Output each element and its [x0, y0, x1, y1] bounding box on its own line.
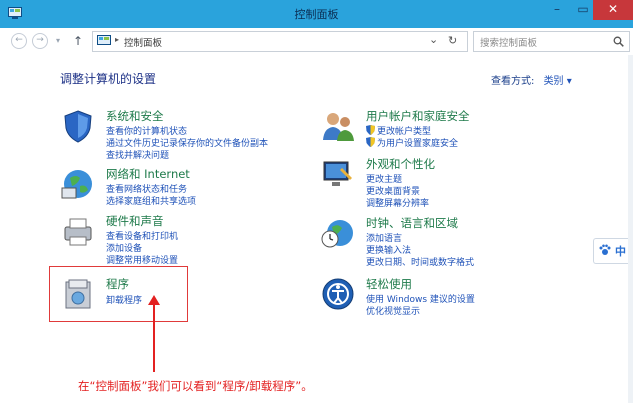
breadcrumb-control-panel[interactable]: 控制面板 — [124, 35, 162, 49]
printer-icon — [64, 218, 92, 246]
up-button[interactable]: ↑ — [70, 33, 86, 49]
back-button[interactable]: ← — [11, 33, 27, 49]
family-safety-label: 为用户设置家庭安全 — [377, 139, 459, 149]
category-ease-of-access: 轻松使用 使用 Windows 建议的设置 优化视觉显示 — [320, 276, 570, 317]
close-button[interactable]: ✕ — [593, 0, 633, 20]
clock-language-title[interactable]: 时钟、语言和区域 — [366, 215, 458, 231]
ime-badge[interactable]: 中 — [593, 238, 633, 264]
breadcrumb-separator-icon[interactable]: ▸ — [115, 35, 119, 44]
category-system-security: 系统和安全 查看你的计算机状态 通过文件历史记录保存你的文件备份副本 查找并解决… — [60, 108, 300, 161]
user-accounts-title[interactable]: 用户帐户和家庭安全 — [366, 108, 470, 124]
refresh-icon[interactable]: ↻ — [448, 34, 457, 47]
control-panel-icon — [97, 35, 111, 45]
mobility-settings-link[interactable]: 调整常用移动设置 — [106, 253, 178, 266]
address-dropdown-icon[interactable]: ⌄ — [429, 33, 438, 46]
clock-globe-icon — [321, 220, 353, 248]
user-accounts-icon — [323, 113, 354, 141]
date-time-format-link[interactable]: 更改日期、时间或数字格式 — [366, 255, 474, 268]
ease-of-access-icon — [322, 278, 354, 310]
page-heading: 调整计算机的设置 — [60, 72, 157, 86]
forward-button[interactable]: → — [32, 33, 48, 49]
family-safety-link[interactable]: 为用户设置家庭安全 — [366, 136, 458, 149]
troubleshoot-link[interactable]: 查找并解决问题 — [106, 148, 169, 161]
uac-shield-icon — [366, 137, 375, 147]
paw-icon — [599, 244, 611, 255]
annotation-caption: 在“控制面板”我们可以看到“程序/卸载程序”。 — [78, 379, 313, 393]
view-by-label: 查看方式: — [491, 76, 535, 87]
system-security-title[interactable]: 系统和安全 — [106, 108, 164, 124]
hardware-sound-title[interactable]: 硬件和声音 — [106, 213, 164, 229]
security-shield-icon — [64, 110, 92, 143]
category-clock-language: 时钟、语言和区域 添加语言 更换输入法 更改日期、时间或数字格式 — [320, 215, 570, 268]
search-input[interactable]: 搜索控制面板 — [480, 35, 537, 49]
uac-shield-icon — [366, 125, 375, 135]
appearance-title[interactable]: 外观和个性化 — [366, 156, 435, 172]
ime-badge-label: 中 — [615, 245, 626, 258]
appearance-monitor-icon — [323, 161, 352, 186]
annotation-arrow-head-icon — [148, 295, 160, 305]
minimize-button[interactable]: – — [544, 0, 570, 20]
annotation-arrow-line — [153, 300, 155, 372]
view-by-dropdown[interactable]: 类别 ▾ — [544, 76, 572, 87]
optimize-visual-display-link[interactable]: 优化视觉显示 — [366, 304, 420, 317]
network-globe-icon — [61, 170, 92, 199]
window-title: 控制面板 — [294, 8, 339, 21]
scrollbar[interactable] — [628, 55, 633, 403]
search-box[interactable]: 搜索控制面板 — [473, 31, 630, 52]
search-icon[interactable] — [613, 36, 624, 47]
address-bar[interactable]: ▸ 控制面板 ⌄ ↻ — [92, 31, 468, 52]
view-by: 查看方式: 类别 ▾ — [491, 72, 572, 87]
homegroup-sharing-link[interactable]: 选择家庭组和共享选项 — [106, 194, 196, 207]
programs-highlight-box — [49, 266, 188, 322]
category-appearance: 外观和个性化 更改主题 更改桌面背景 调整屏幕分辨率 — [320, 156, 570, 209]
network-internet-title[interactable]: 网络和 Internet — [106, 166, 190, 182]
address-row: ← → ▾ ↑ ▸ 控制面板 ⌄ ↻ 搜索控制面板 — [0, 28, 633, 55]
screen-resolution-link[interactable]: 调整屏幕分辨率 — [366, 196, 429, 209]
category-network-internet: 网络和 Internet 查看网络状态和任务 选择家庭组和共享选项 — [60, 166, 300, 207]
recent-dropdown-icon[interactable]: ▾ — [50, 33, 66, 49]
category-hardware-sound: 硬件和声音 查看设备和打印机 添加设备 调整常用移动设置 — [60, 213, 300, 266]
ease-of-access-title[interactable]: 轻松使用 — [366, 276, 412, 292]
category-user-accounts: 用户帐户和家庭安全 更改帐户类型 为用户设置家庭安全 — [320, 108, 570, 150]
title-bar: 控制面板 – ▭ ✕ — [0, 0, 633, 28]
